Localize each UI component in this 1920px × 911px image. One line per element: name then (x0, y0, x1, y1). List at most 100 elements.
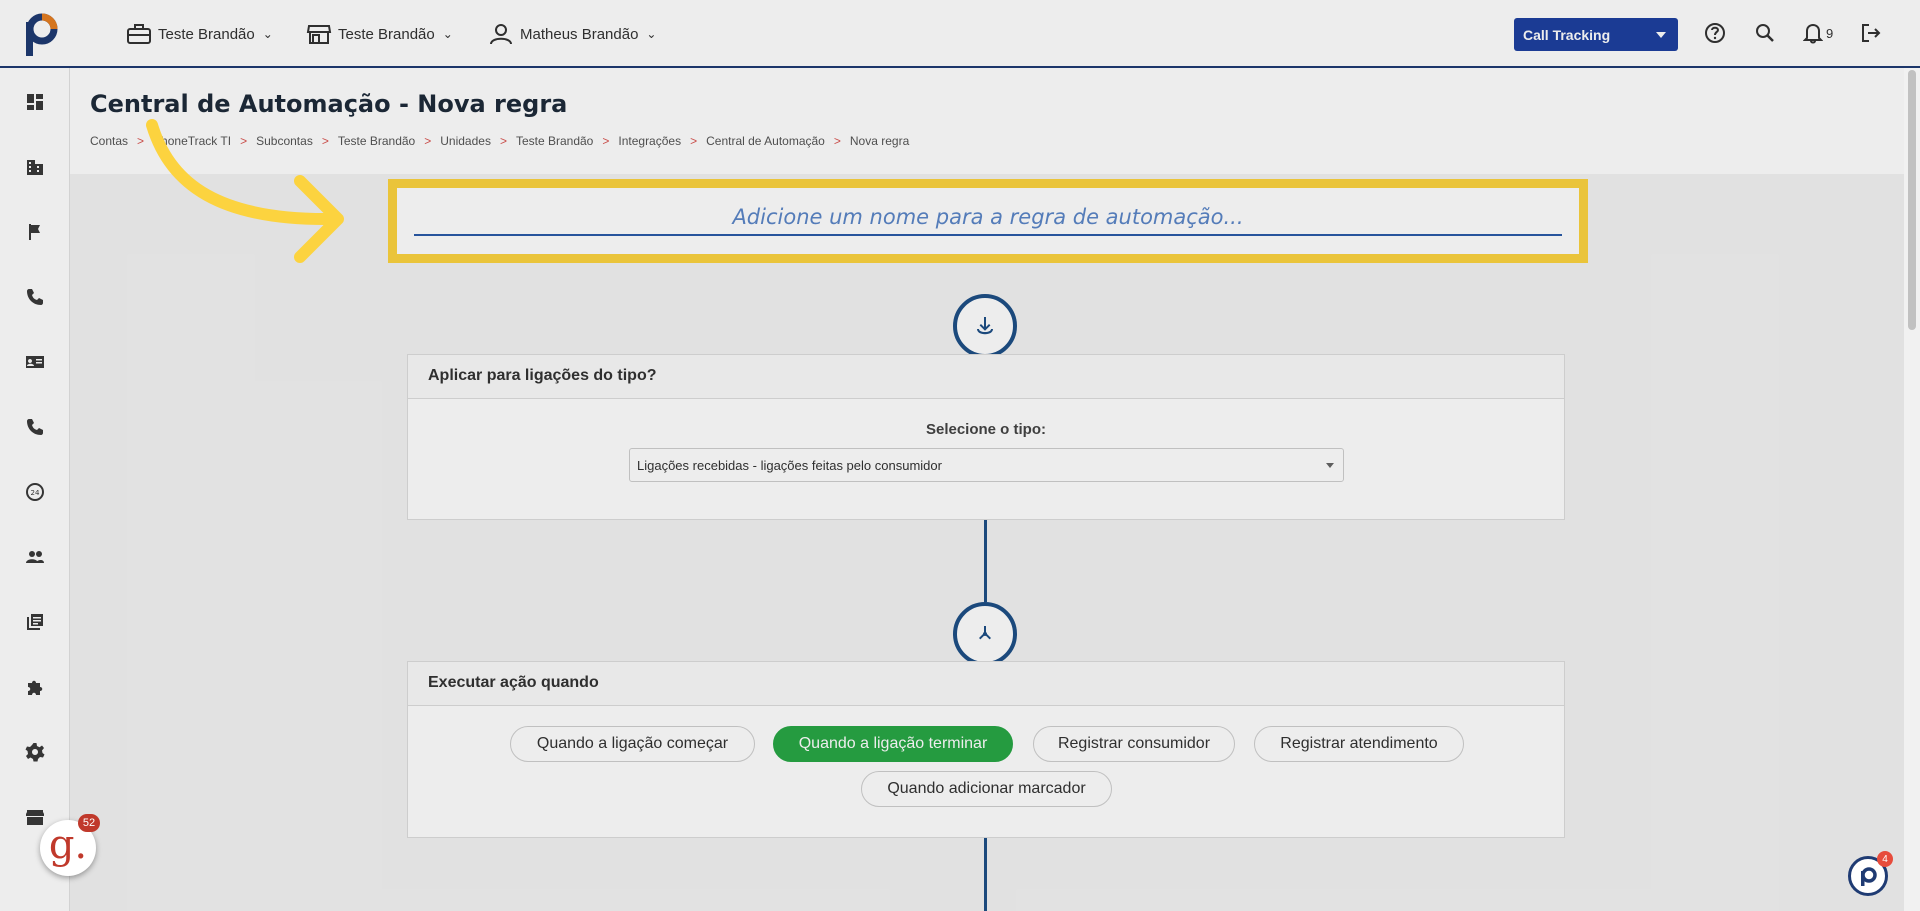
breadcrumb-item[interactable]: Teste Brandão (516, 134, 593, 148)
download-circle-icon (977, 317, 993, 335)
account-name: Teste Brandão (158, 25, 255, 43)
store-icon (306, 25, 332, 44)
breadcrumb-separator: > (321, 134, 329, 148)
puzzle-icon (28, 680, 43, 695)
search-button[interactable] (1752, 20, 1778, 46)
sidebar-item-phone-lines[interactable] (23, 415, 47, 439)
store-icon (26, 810, 44, 825)
breadcrumb-separator: > (690, 134, 698, 148)
support-logo-icon (1861, 867, 1877, 886)
page-header: Central de Automação - Nova regra Contas… (70, 68, 1904, 174)
sidebar-item-settings[interactable] (23, 740, 47, 764)
clock-24-icon: 24 (26, 483, 44, 501)
breadcrumb: Contas > PhoneTrack TI > Subcontas > Tes… (90, 134, 909, 148)
logout-button[interactable] (1858, 20, 1884, 46)
breadcrumb-item[interactable]: Teste Brandão (338, 134, 415, 148)
g-widget-badge: 52 (78, 814, 100, 832)
trigger-option-call-start[interactable]: Quando a ligação começar (510, 726, 755, 762)
user-menu[interactable]: Matheus Brandão ⌄ (488, 22, 656, 46)
product-select[interactable]: Call Tracking (1514, 18, 1678, 51)
breadcrumb-item[interactable]: Central de Automação (706, 134, 825, 148)
breadcrumb-separator: > (240, 134, 248, 148)
call-type-card: Aplicar para ligações do tipo? Selecione… (407, 354, 1565, 520)
svg-text:24: 24 (31, 489, 40, 497)
scrollbar-thumb[interactable] (1908, 70, 1916, 330)
help-button[interactable] (1702, 20, 1728, 46)
app-logo-icon[interactable] (22, 12, 58, 56)
unit-selector[interactable]: Teste Brandão ⌄ (306, 22, 453, 46)
trigger-option-register-service[interactable]: Registrar atendimento (1254, 726, 1464, 762)
building-icon (27, 160, 43, 175)
chevron-down-icon: ⌄ (442, 27, 453, 41)
sidebar-item-24h[interactable]: 24 (23, 480, 47, 504)
rule-name-input[interactable] (414, 199, 1562, 236)
top-bar: Teste Brandão ⌄ Teste Brandão ⌄ Matheus … (0, 0, 1920, 68)
logout-icon (1862, 24, 1881, 42)
breadcrumb-item[interactable]: Subcontas (256, 134, 313, 148)
call-type-select-label: Selecione o tipo: (925, 421, 1046, 438)
sidebar-item-companies[interactable] (23, 155, 47, 179)
product-select-value: Call Tracking (1523, 26, 1611, 43)
breadcrumb-item[interactable]: Unidades (440, 134, 491, 148)
breadcrumb-item-current: Nova regra (849, 134, 910, 148)
trigger-card: Executar ação quando Quando a ligação co… (407, 661, 1565, 838)
search-icon (1756, 24, 1774, 42)
dashboard-icon (27, 94, 43, 110)
notifications-button[interactable] (1800, 20, 1826, 46)
breadcrumb-item[interactable]: Contas (90, 134, 128, 148)
split-icon (979, 626, 991, 640)
trigger-option-add-tag[interactable]: Quando adicionar marcador (861, 771, 1112, 807)
user-icon (490, 24, 512, 45)
sidebar-item-store[interactable] (23, 805, 47, 829)
flag-icon (29, 224, 40, 240)
page-scrollbar[interactable] (1904, 68, 1920, 911)
sidebar-item-dashboard[interactable] (23, 90, 47, 114)
trigger-option-register-consumer[interactable]: Registrar consumidor (1033, 726, 1235, 762)
user-name: Matheus Brandão (520, 25, 639, 43)
flow-connector (984, 838, 987, 911)
breadcrumb-item[interactable]: PhoneTrack TI (153, 134, 231, 148)
breadcrumb-separator: > (137, 134, 145, 148)
chevron-down-icon: ⌄ (646, 27, 657, 41)
rule-name-highlight (388, 179, 1588, 263)
unit-name: Teste Brandão (338, 25, 435, 43)
support-widget-badge: 4 (1877, 851, 1893, 867)
flow-connector (984, 520, 987, 602)
support-widget[interactable]: 4 (1848, 851, 1893, 896)
breadcrumb-separator: > (424, 134, 432, 148)
g-logo-icon: g. (48, 822, 88, 868)
call-type-select-value: Ligações recebidas - ligações feitas pel… (637, 458, 942, 473)
bell-icon (1803, 23, 1823, 44)
briefcase-icon (127, 24, 151, 44)
chevron-down-icon: ⌄ (262, 27, 273, 41)
account-selector[interactable]: Teste Brandão ⌄ (126, 22, 273, 46)
help-circle-icon (1705, 23, 1725, 43)
sidebar-item-users[interactable] (23, 545, 47, 569)
notification-count: 9 (1826, 26, 1834, 41)
sidebar-item-reports[interactable] (23, 610, 47, 634)
sidebar-item-calls[interactable] (23, 285, 47, 309)
sidebar-item-integrations[interactable] (23, 675, 47, 699)
call-type-select[interactable]: Ligações recebidas - ligações feitas pel… (629, 448, 1344, 482)
library-books-icon (27, 614, 43, 630)
sidebar-item-campaigns[interactable] (23, 220, 47, 244)
sidebar-item-contacts[interactable] (23, 350, 47, 374)
caret-down-icon (1656, 32, 1666, 38)
breadcrumb-separator: > (602, 134, 610, 148)
breadcrumb-item[interactable]: Integrações (618, 134, 681, 148)
step-call-type-icon (953, 294, 1017, 358)
phone-icon (27, 419, 43, 435)
step-trigger-icon (953, 602, 1017, 666)
caret-down-icon (1326, 463, 1334, 468)
call-type-card-header: Aplicar para ligações do tipo? (408, 355, 1564, 399)
page-title: Central de Automação - Nova regra (90, 90, 568, 118)
breadcrumb-separator: > (833, 134, 841, 148)
breadcrumb-separator: > (499, 134, 507, 148)
trigger-option-call-end[interactable]: Quando a ligação terminar (773, 726, 1013, 762)
phone-icon (27, 289, 43, 305)
g-chat-widget[interactable]: g. 52 (40, 814, 100, 876)
contact-card-icon (26, 356, 44, 368)
gear-icon (25, 743, 45, 762)
users-icon (26, 551, 44, 563)
trigger-card-header: Executar ação quando (408, 662, 1564, 706)
